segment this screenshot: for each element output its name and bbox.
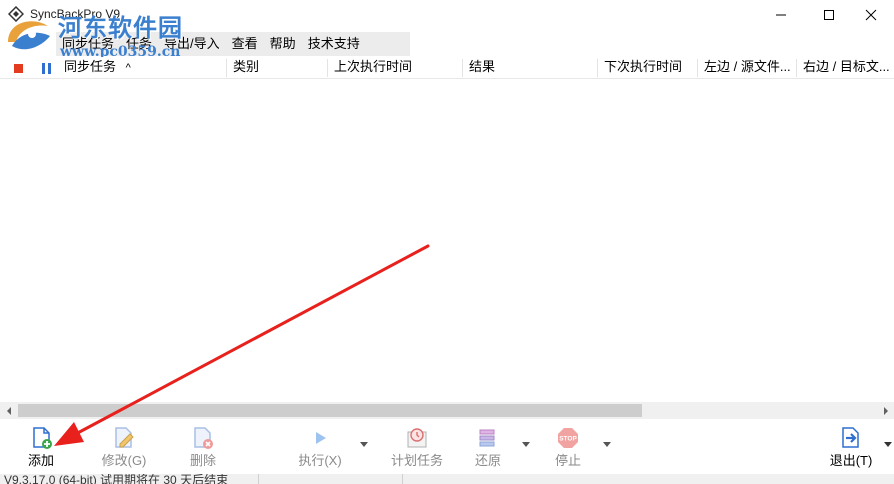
column-sync-task-label: 同步任务	[64, 59, 117, 74]
status-divider	[402, 474, 403, 484]
column-category[interactable]: 类别	[227, 57, 327, 79]
restore-dropdown-icon[interactable]	[522, 442, 530, 448]
restore-button[interactable]: 还原	[466, 420, 510, 472]
scroll-right-button[interactable]	[877, 402, 894, 419]
stop-dropdown-icon[interactable]	[603, 442, 611, 448]
horizontal-scrollbar[interactable]	[0, 402, 894, 419]
play-icon	[316, 432, 326, 444]
menu-task[interactable]: 任务	[120, 32, 158, 56]
close-button[interactable]	[848, 0, 894, 30]
scroll-left-button[interactable]	[0, 402, 17, 419]
status-divider	[258, 474, 259, 484]
minimize-icon	[776, 14, 786, 16]
column-right-dest[interactable]: 右边 / 目标文...	[797, 57, 894, 79]
chevron-left-icon	[6, 406, 11, 415]
chevron-right-icon	[883, 406, 888, 415]
exit-label: 退出(T)	[829, 453, 873, 468]
menu-bar: 同步任务 任务 导出/导入 查看 帮助 技术支持	[56, 32, 410, 56]
schedule-clock-icon	[407, 428, 427, 448]
scrollbar-thumb[interactable]	[18, 404, 642, 417]
task-list[interactable]	[0, 80, 894, 402]
close-icon	[865, 9, 877, 21]
exit-button[interactable]: 退出(T)	[824, 420, 878, 472]
menu-sync-tasks[interactable]: 同步任务	[56, 32, 120, 56]
delete-label: 删除	[189, 453, 216, 468]
minimize-button[interactable]	[758, 0, 804, 30]
column-last-run[interactable]: 上次执行时间	[328, 57, 462, 79]
run-dropdown-icon[interactable]	[360, 442, 368, 448]
edit-profile-icon	[115, 427, 134, 448]
run-label: 执行(X)	[298, 453, 342, 468]
stop-sign-icon: STOP	[558, 428, 578, 448]
schedule-label: 计划任务	[390, 453, 443, 468]
sort-ascending-icon: ^	[125, 62, 131, 74]
restore-label: 还原	[474, 453, 501, 468]
app-icon	[8, 6, 24, 22]
menu-export-import[interactable]: 导出/导入	[158, 32, 226, 56]
maximize-button[interactable]	[806, 0, 852, 30]
status-text: V9.3.17.0 (64-bit) 试用期将在 30 天后结束	[4, 474, 229, 484]
column-left-source[interactable]: 左边 / 源文件...	[698, 57, 796, 79]
column-sync-task[interactable]: 同步任务 ^	[58, 57, 226, 79]
modify-button[interactable]: 修改(G)	[96, 420, 152, 472]
exit-icon	[842, 427, 859, 448]
add-button[interactable]: 添加	[16, 420, 66, 472]
stop-label: 停止	[554, 453, 581, 468]
schedule-button[interactable]: 计划任务	[386, 420, 448, 472]
maximize-icon	[824, 10, 834, 20]
svg-text:STOP: STOP	[559, 436, 577, 443]
list-header: 同步任务 ^ 类别 上次执行时间 结果 下次执行时间 左边 / 源文件... 右…	[0, 57, 894, 79]
delete-button[interactable]: 删除	[178, 420, 228, 472]
title-bar: SyncBackPro V9	[0, 0, 894, 30]
toolbar: 添加 修改(G) 删除 执行(X) 计划任务 还原 STOP 停止 退出(T)	[0, 420, 894, 472]
column-next-run[interactable]: 下次执行时间	[598, 57, 697, 79]
stop-all-icon[interactable]	[14, 64, 23, 73]
menu-help[interactable]: 帮助	[264, 32, 302, 56]
column-result[interactable]: 结果	[463, 57, 597, 79]
delete-profile-icon	[194, 427, 213, 449]
menu-view[interactable]: 查看	[226, 32, 264, 56]
run-button[interactable]: 执行(X)	[292, 420, 348, 472]
add-label: 添加	[27, 453, 54, 468]
stop-button[interactable]: STOP 停止	[546, 420, 590, 472]
restore-icon	[479, 429, 495, 447]
menu-support[interactable]: 技术支持	[302, 32, 366, 56]
pause-all-icon[interactable]	[42, 63, 52, 74]
status-bar: V9.3.17.0 (64-bit) 试用期将在 30 天后结束	[0, 474, 894, 484]
modify-label: 修改(G)	[101, 453, 147, 468]
window-title: SyncBackPro V9	[30, 7, 121, 21]
add-profile-icon	[33, 427, 52, 449]
more-dropdown-icon[interactable]	[884, 442, 892, 448]
